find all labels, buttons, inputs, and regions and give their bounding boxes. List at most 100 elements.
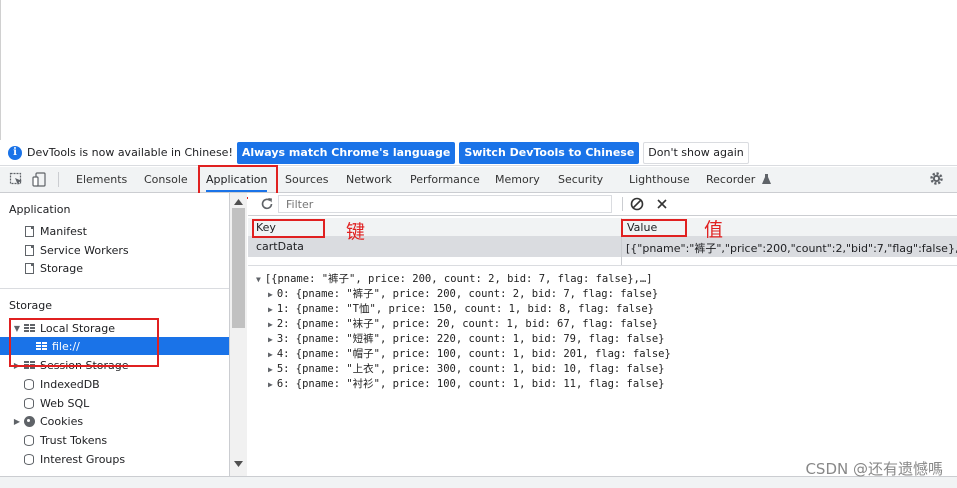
watermark: CSDN @还有遗憾嗎 [805, 460, 943, 478]
sidebar-item-label: file:// [52, 339, 80, 353]
preview-item-text: 5: {pname: "上衣", price: 300, count: 1, b… [276, 363, 665, 375]
tab-recorder-label: Recorder [706, 173, 756, 186]
sidebar-item-file-origin[interactable]: file:// [0, 337, 229, 355]
expand-arrow-icon[interactable]: ▶ [268, 290, 273, 299]
toolbar-divider [58, 172, 59, 187]
expand-arrow-icon[interactable]: ▶ [268, 305, 273, 314]
preview-item[interactable]: ▶ 0: {pname: "裤子", price: 200, count: 2, … [268, 286, 658, 301]
tab-console[interactable]: Console [144, 167, 188, 192]
inspect-icon[interactable] [9, 172, 24, 187]
preview-item[interactable]: ▶ 3: {pname: "短裤", price: 220, count: 1, … [268, 331, 664, 346]
sidebar-scroll-thumb[interactable] [232, 208, 245, 328]
collapse-arrow-icon[interactable]: ▼ [256, 275, 261, 284]
expand-arrow-icon[interactable]: ▶ [268, 335, 273, 344]
database-icon [24, 378, 34, 390]
column-divider[interactable] [621, 218, 622, 265]
expand-arrow-icon[interactable]: ▶ [268, 320, 273, 329]
preview-item-text: 0: {pname: "裤子", price: 200, count: 2, b… [276, 288, 659, 300]
sidebar-item-label: Web SQL [40, 396, 90, 410]
sidebar-item-label: Storage [40, 261, 84, 275]
value-column-header[interactable]: Value [627, 221, 657, 234]
preview-item[interactable]: ▶ 5: {pname: "上衣", price: 300, count: 1, … [268, 361, 664, 376]
toolbar-divider [622, 197, 623, 211]
database-icon [24, 434, 34, 446]
document-icon [25, 225, 34, 237]
infobar-message: DevTools is now available in Chinese! [27, 146, 233, 159]
tab-elements[interactable]: Elements [76, 167, 127, 192]
scroll-down-icon[interactable] [234, 461, 243, 467]
sidebar-item-local-storage[interactable]: ▼ Local Storage [0, 319, 229, 337]
sidebar-item-label: Local Storage [40, 321, 116, 335]
row-value-cell[interactable]: [{"pname":"裤子","price":200,"count":2,"bi… [626, 240, 957, 256]
sidebar-item-websql[interactable]: Web SQL [0, 394, 229, 412]
row-key-cell[interactable]: cartData [256, 240, 304, 253]
sidebar-item-storage[interactable]: Storage [0, 259, 229, 277]
scroll-up-icon[interactable] [234, 199, 243, 205]
delete-selected-icon[interactable] [656, 198, 668, 210]
clear-all-icon[interactable] [630, 197, 644, 211]
preview-summary-text: [{pname: "裤子", price: 200, count: 2, bid… [264, 273, 653, 285]
sidebar-item-session-storage[interactable]: ▶ Session Storage [0, 356, 229, 374]
expand-arrow-icon[interactable]: ▶ [12, 361, 22, 370]
preview-item-text: 1: {pname: "T恤", price: 150, count: 1, b… [276, 303, 654, 315]
sidebar-item-label: IndexedDB [40, 377, 100, 391]
tab-performance[interactable]: Performance [410, 167, 480, 192]
sidebar-item-cookies[interactable]: ▶ Cookies [0, 412, 229, 430]
filter-input[interactable] [278, 195, 612, 213]
tab-recorder[interactable]: Recorder [706, 167, 771, 192]
tab-application[interactable]: Application [206, 167, 268, 192]
sidebar-item-label: Service Workers [40, 243, 129, 257]
sidebar-item-label: Manifest [40, 224, 87, 238]
expand-arrow-icon[interactable]: ▶ [268, 380, 273, 389]
key-column-header[interactable]: Key [256, 221, 276, 234]
cookie-icon [24, 415, 35, 427]
preview-item[interactable]: ▶ 2: {pname: "袜子", price: 20, count: 1, b… [268, 316, 658, 331]
dont-show-again-button[interactable]: Don't show again [643, 141, 749, 164]
sidebar-item-label: Trust Tokens [40, 433, 108, 447]
switch-language-button[interactable]: Switch DevTools to Chinese [459, 141, 640, 164]
sidebar-item-trust-tokens[interactable]: Trust Tokens [0, 431, 229, 449]
tab-memory[interactable]: Memory [495, 167, 540, 192]
page-viewport [0, 0, 957, 140]
info-icon: i [8, 145, 22, 160]
tab-sources[interactable]: Sources [285, 167, 329, 192]
expand-arrow-icon[interactable]: ▼ [12, 324, 22, 333]
device-toggle-icon[interactable] [32, 172, 47, 187]
devtools-tabbar: Elements Console Application Sources Net… [0, 167, 957, 193]
preview-item[interactable]: ▶ 6: {pname: "衬衫", price: 100, count: 1, … [268, 376, 664, 391]
application-sidebar: Application Manifest Service Workers Sto… [0, 193, 230, 483]
settings-icon[interactable] [929, 171, 944, 186]
match-language-button[interactable]: Always match Chrome's language [236, 141, 456, 164]
table-icon [36, 341, 47, 351]
sidebar-section-application: Application [9, 203, 71, 216]
preview-item[interactable]: ▶ 1: {pname: "T恤", price: 150, count: 1, … [268, 301, 654, 316]
preview-item-text: 4: {pname: "帽子", price: 100, count: 1, b… [276, 348, 671, 360]
tab-security[interactable]: Security [558, 167, 603, 192]
expand-arrow-icon[interactable]: ▶ [268, 350, 273, 359]
preview-summary[interactable]: ▼ [{pname: "裤子", price: 200, count: 2, bi… [256, 271, 652, 286]
value-annotation: 值 [704, 219, 724, 241]
expand-arrow-icon[interactable]: ▶ [268, 365, 273, 374]
sidebar-item-service-workers[interactable]: Service Workers [0, 241, 229, 259]
storage-toolbar [248, 193, 957, 216]
preview-item-text: 6: {pname: "衬衫", price: 100, count: 1, b… [276, 378, 665, 390]
sidebar-item-indexeddb[interactable]: IndexedDB [0, 375, 229, 393]
expand-arrow-icon[interactable]: ▶ [12, 417, 22, 426]
sidebar-item-manifest[interactable]: Manifest [0, 222, 229, 240]
sidebar-divider [0, 288, 229, 289]
table-icon [24, 323, 35, 333]
preview-item-text: 3: {pname: "短裤", price: 220, count: 1, b… [276, 333, 665, 345]
sidebar-item-label: Session Storage [40, 358, 129, 372]
preview-item-text: 2: {pname: "袜子", price: 20, count: 1, bi… [276, 318, 659, 330]
tab-network[interactable]: Network [346, 167, 392, 192]
database-icon [24, 453, 34, 465]
sidebar-item-label: Cookies [40, 414, 84, 428]
sidebar-item-interest-groups[interactable]: Interest Groups [0, 450, 229, 468]
flask-icon [761, 174, 771, 184]
refresh-icon[interactable] [260, 197, 274, 211]
document-icon [25, 262, 34, 274]
table-icon [24, 360, 35, 370]
tab-lighthouse[interactable]: Lighthouse [629, 167, 690, 192]
preview-item[interactable]: ▶ 4: {pname: "帽子", price: 100, count: 1, … [268, 346, 671, 361]
value-preview: ▼ [{pname: "裤子", price: 200, count: 2, bi… [248, 265, 957, 476]
